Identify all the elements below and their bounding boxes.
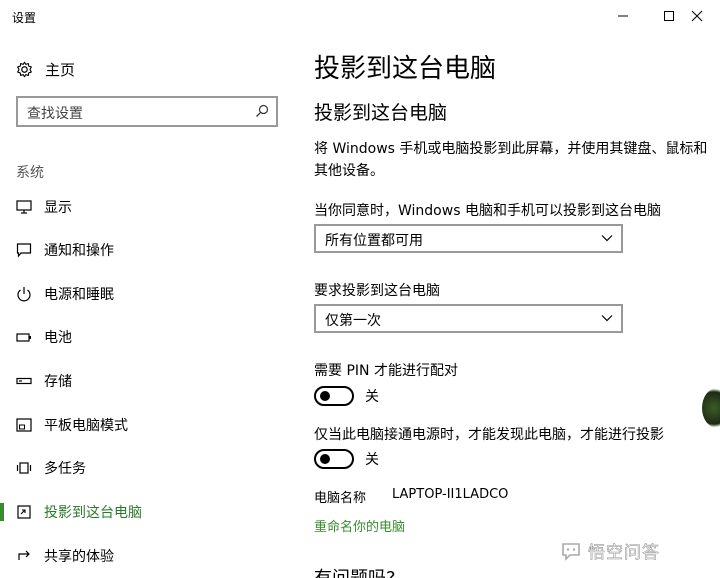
storage-icon bbox=[15, 372, 33, 390]
search-input[interactable]: 查找设置 bbox=[16, 96, 278, 127]
home-link[interactable]: 主页 bbox=[15, 58, 75, 80]
power-toggle-row: 关 bbox=[314, 448, 379, 470]
consent-value: 所有位置都可用 bbox=[325, 233, 423, 249]
toggle-knob bbox=[320, 454, 330, 464]
search-placeholder: 查找设置 bbox=[27, 106, 83, 122]
pin-label: 需要 PIN 才能进行配对 bbox=[314, 363, 458, 379]
sidebar: 主页 查找设置 系统 显示 通知和操作 电源和睡眠 电池 存储 平板电脑模式 多… bbox=[0, 34, 290, 578]
sidebar-item-label: 电源和睡眠 bbox=[44, 287, 114, 303]
active-indicator bbox=[0, 503, 4, 521]
rename-pc-link[interactable]: 重命名你的电脑 bbox=[314, 516, 405, 535]
group-title-system: 系统 bbox=[16, 165, 44, 181]
main-content: 投影到这台电脑 投影到这台电脑 将 Windows 手机或电脑投影到此屏幕，并使… bbox=[290, 34, 720, 578]
chevron-down-icon bbox=[601, 235, 613, 242]
consent-dropdown[interactable]: 所有位置都可用 bbox=[314, 224, 623, 253]
gear-icon bbox=[15, 60, 33, 78]
section-title: 投影到这台电脑 bbox=[314, 102, 448, 124]
chevron-down-icon bbox=[601, 315, 613, 322]
consent-label: 当你同意时，Windows 电脑和手机可以投影到这台电脑 bbox=[314, 203, 661, 219]
minimize-button[interactable] bbox=[600, 0, 646, 32]
page-title: 投影到这台电脑 bbox=[314, 54, 497, 84]
sidebar-item-storage[interactable]: 存储 bbox=[0, 363, 290, 399]
pc-name-row: 电脑名称 LAPTOP-II1LADCO bbox=[314, 487, 508, 506]
power-toggle-state: 关 bbox=[365, 452, 379, 468]
monitor-icon bbox=[15, 198, 33, 216]
tablet-icon bbox=[15, 416, 33, 434]
questions-heading: 有问题吗? bbox=[314, 564, 396, 578]
pc-name-value: LAPTOP-II1LADCO bbox=[392, 487, 509, 502]
battery-icon bbox=[15, 328, 33, 346]
watermark-text: 悟空问答 bbox=[588, 543, 660, 564]
sidebar-item-label: 显示 bbox=[44, 200, 72, 216]
pin-toggle-state: 关 bbox=[365, 389, 379, 405]
home-label: 主页 bbox=[45, 60, 76, 79]
sidebar-item-tablet-mode[interactable]: 平板电脑模式 bbox=[0, 407, 290, 443]
sidebar-item-shared-experiences[interactable]: 共享的体验 bbox=[0, 538, 290, 574]
power-toggle[interactable] bbox=[314, 449, 354, 469]
sidebar-item-power[interactable]: 电源和睡眠 bbox=[0, 276, 290, 312]
sidebar-item-battery[interactable]: 电池 bbox=[0, 319, 290, 355]
sidebar-item-project-to-pc[interactable]: 投影到这台电脑 bbox=[0, 494, 290, 530]
close-button[interactable] bbox=[674, 0, 720, 32]
search-icon[interactable] bbox=[254, 103, 270, 119]
require-value: 仅第一次 bbox=[325, 313, 381, 329]
description-text: 将 Windows 手机或电脑投影到此屏幕，并使用其键盘、鼠标和其他设备。 bbox=[314, 141, 708, 179]
title-bar: 设置 bbox=[0, 0, 720, 34]
chat-bubble-icon bbox=[562, 543, 580, 561]
multitask-icon bbox=[15, 459, 33, 477]
sidebar-item-multitasking[interactable]: 多任务 bbox=[0, 450, 290, 486]
sidebar-item-label: 共享的体验 bbox=[44, 549, 114, 565]
window-title: 设置 bbox=[12, 11, 37, 25]
power-icon bbox=[15, 285, 33, 303]
sidebar-item-label: 通知和操作 bbox=[44, 243, 114, 259]
pin-toggle-row: 关 bbox=[314, 385, 379, 407]
share-icon bbox=[15, 547, 33, 565]
sidebar-item-display[interactable]: 显示 bbox=[0, 189, 290, 225]
sidebar-item-label: 平板电脑模式 bbox=[44, 418, 128, 434]
sidebar-item-label: 存储 bbox=[44, 374, 72, 390]
pin-toggle[interactable] bbox=[314, 386, 354, 406]
project-icon bbox=[15, 503, 33, 521]
require-label: 要求投影到这台电脑 bbox=[314, 283, 440, 299]
message-icon bbox=[15, 241, 33, 259]
sidebar-item-label: 电池 bbox=[44, 330, 72, 346]
close-icon bbox=[691, 10, 703, 22]
pc-name-label: 电脑名称 bbox=[314, 491, 367, 506]
sidebar-item-label: 投影到这台电脑 bbox=[44, 505, 142, 521]
sidebar-item-notifications[interactable]: 通知和操作 bbox=[0, 232, 290, 268]
power-label: 仅当此电脑接通电源时，才能发现此电脑，才能进行投影 bbox=[314, 427, 664, 443]
sidebar-item-label: 多任务 bbox=[44, 461, 86, 477]
minimize-icon bbox=[618, 15, 628, 17]
require-dropdown[interactable]: 仅第一次 bbox=[314, 304, 623, 333]
toggle-knob bbox=[320, 391, 330, 401]
